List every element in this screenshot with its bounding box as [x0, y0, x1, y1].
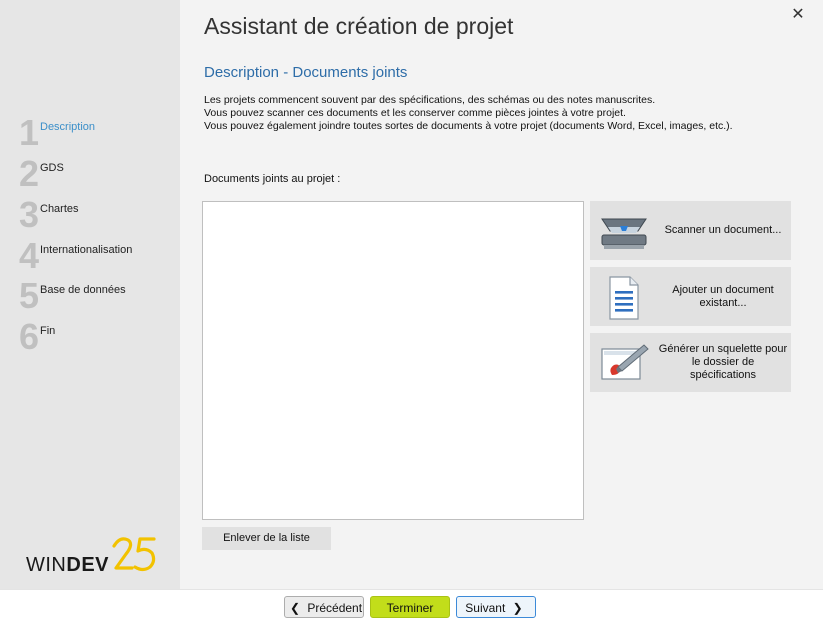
wizard-title: Assistant de création de projet [204, 13, 514, 39]
step-fin[interactable]: 6 Fin [19, 316, 179, 357]
paint-brush-icon [598, 341, 650, 387]
step-number: 3 [19, 194, 40, 235]
step-internationalisation[interactable]: 4 Internationalisation [19, 235, 179, 276]
chevron-right-icon: ❯ [512, 601, 523, 615]
previous-label: Précédent [307, 601, 363, 615]
document-icon [598, 275, 650, 321]
step-number: 5 [19, 275, 40, 316]
version-25-logo-icon [112, 537, 156, 572]
step-label: Fin [40, 325, 56, 337]
next-label: Suivant [465, 601, 506, 615]
scan-document-button[interactable]: Scanner un document... [590, 201, 791, 260]
add-existing-document-button[interactable]: Ajouter un document existant... [590, 267, 791, 326]
remove-from-list-button[interactable]: Enlever de la liste [202, 527, 331, 550]
step-number: 1 [19, 112, 40, 153]
step-number: 2 [19, 153, 40, 194]
attached-documents-list[interactable] [202, 201, 584, 520]
step-description[interactable]: 1 Description [19, 112, 179, 153]
step-chartes[interactable]: 3 Chartes [19, 194, 179, 235]
previous-button[interactable]: ❮ Précédent [284, 596, 364, 618]
step-base-de-donnees[interactable]: 5 Base de données [19, 275, 179, 316]
finish-button[interactable]: Terminer [370, 596, 450, 618]
wizard-content: Assistant de création de projet ✕ Descri… [180, 0, 823, 589]
step-number: 6 [19, 316, 40, 357]
logo-wordmark: WINDEV [26, 554, 110, 576]
generate-skeleton-label: Générer un squelette pour le dossier de … [658, 343, 788, 381]
close-icon[interactable]: ✕ [788, 4, 808, 24]
add-existing-document-label: Ajouter un document existant... [672, 283, 774, 309]
step-label: GDS [40, 162, 64, 174]
step-label: Chartes [40, 203, 79, 215]
step-number: 4 [19, 235, 40, 276]
section-subtitle: Description - Documents joints [204, 64, 408, 81]
attached-documents-label: Documents joints au projet : [204, 173, 341, 185]
description-line: Les projets commencent souvent par des s… [204, 94, 656, 106]
step-label: Base de données [40, 284, 126, 296]
chevron-left-icon: ❮ [289, 601, 300, 615]
description-line: Vous pouvez scanner ces documents et les… [204, 107, 626, 119]
wizard-footer: ❮ Précédent Terminer Suivant ❯ [0, 589, 823, 634]
section-description: Les projets commencent souvent par des s… [204, 94, 804, 133]
windev-logo: WINDEV [26, 534, 166, 578]
scanner-icon [598, 209, 650, 255]
description-line: Vous pouvez également joindre toutes sor… [204, 120, 733, 132]
next-button[interactable]: Suivant ❯ [456, 596, 536, 618]
scan-document-label: Scanner un document... [664, 224, 782, 236]
generate-skeleton-button[interactable]: Générer un squelette pour le dossier de … [590, 333, 791, 392]
step-label: Internationalisation [40, 244, 133, 256]
steps-sidebar: 1 Description 2 GDS 3 Chartes 4 Internat… [0, 0, 180, 589]
step-gds[interactable]: 2 GDS [19, 153, 179, 194]
step-label: Description [40, 121, 96, 133]
